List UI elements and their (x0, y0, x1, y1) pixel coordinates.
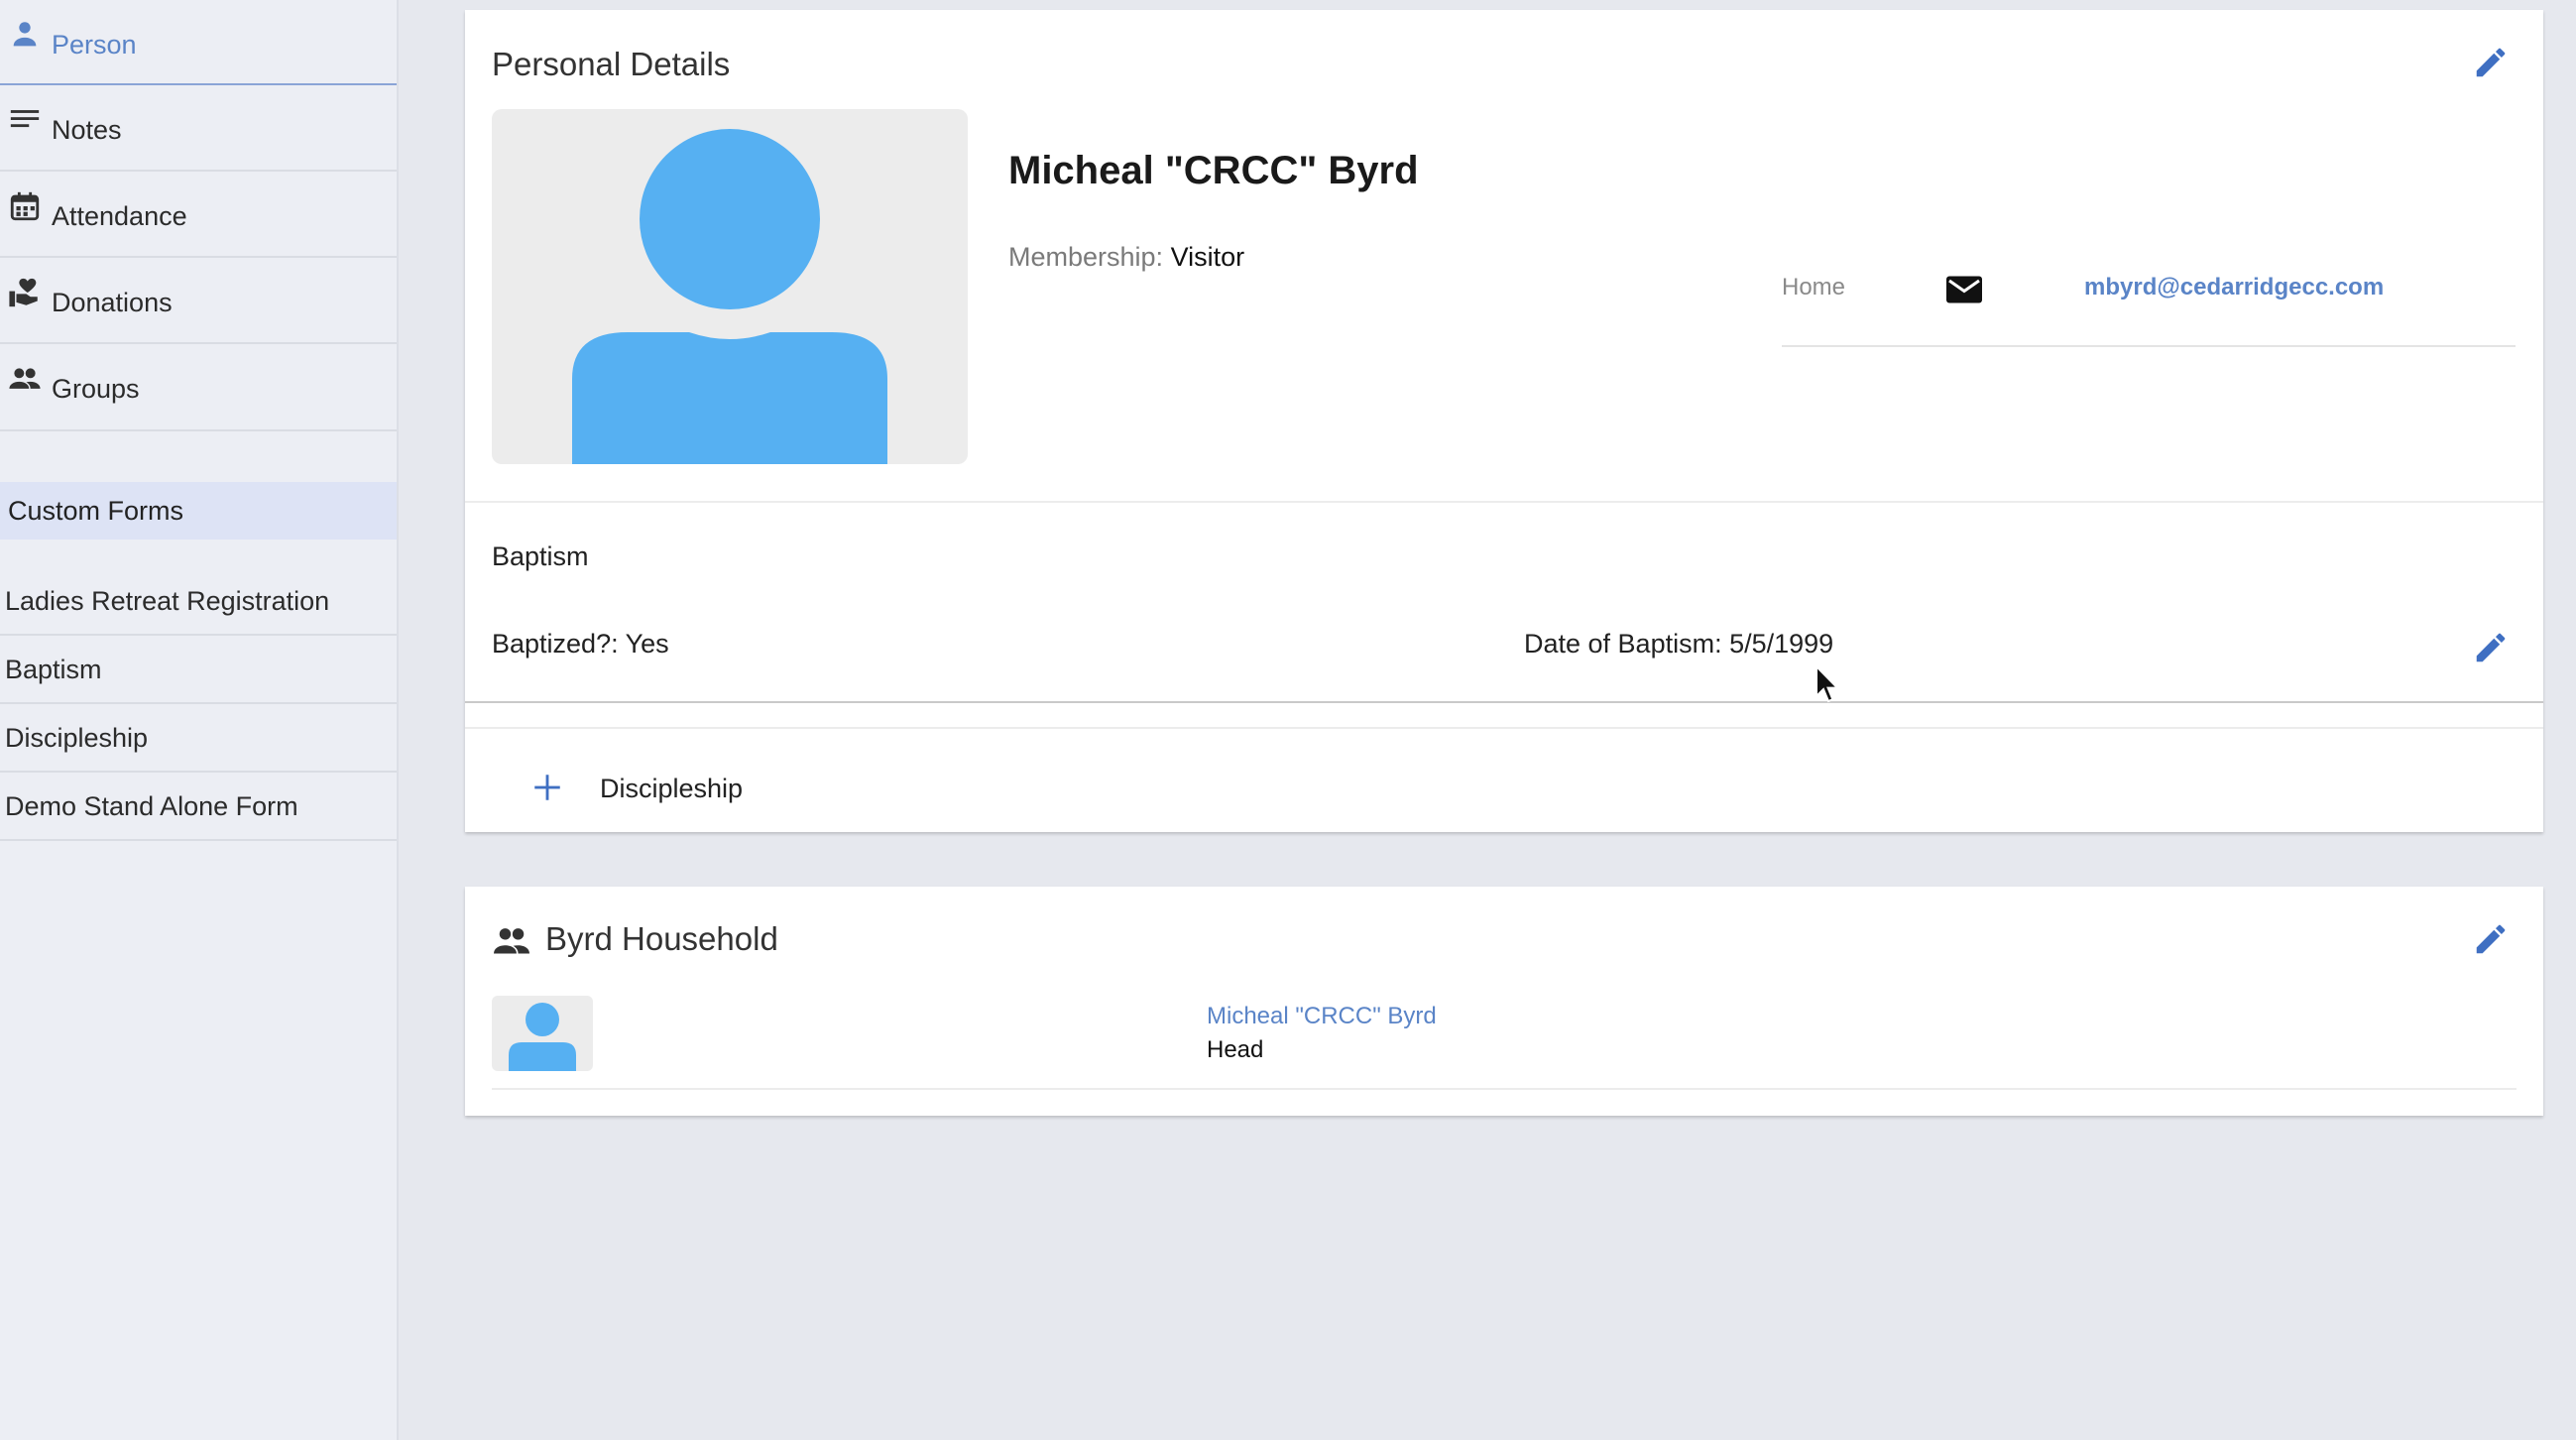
member-role: Head (1207, 1036, 1264, 1063)
sidebar-item-donations[interactable]: Donations (0, 258, 397, 344)
sidebar-item-notes[interactable]: Notes (0, 85, 397, 172)
member-name-link[interactable]: Micheal "CRCC" Byrd (1207, 1003, 1437, 1030)
avatar[interactable] (492, 109, 968, 464)
edit-icon[interactable] (2472, 44, 2510, 81)
contact-row: Home mbyrd@cedarridgecc.com (1782, 248, 2516, 347)
sidebar: Person Notes Attendance Donations Groups… (0, 0, 399, 1440)
mouse-cursor-icon (1815, 664, 1840, 703)
baptism-date-field: Date of Baptism: 5/5/1999 (1524, 629, 1834, 659)
add-icon[interactable] (530, 771, 564, 804)
form-item-label: Baptism (5, 655, 102, 684)
sidebar-item-label: Notes (52, 115, 122, 145)
groups-icon (494, 928, 529, 954)
sidebar-item-groups[interactable]: Groups (0, 344, 397, 431)
form-item-discipleship[interactable]: Discipleship (0, 704, 397, 773)
sidebar-item-person[interactable]: Person (0, 0, 397, 85)
contact-type: Home (1782, 274, 1846, 300)
baptized-field: Baptized?: Yes (492, 629, 669, 659)
household-card: Byrd Household Micheal "CRCC" Byrd Head (465, 887, 2543, 1116)
sidebar-item-label: Donations (52, 288, 173, 317)
sidebar-item-label: Groups (52, 374, 140, 404)
person-name: Micheal "CRCC" Byrd (1008, 149, 1419, 192)
custom-forms-label: Custom Forms (8, 496, 184, 526)
membership: Membership: Visitor (1008, 242, 1244, 273)
form-item-label: Ladies Retreat Registration (5, 586, 330, 616)
form-item-label: Demo Stand Alone Form (5, 791, 298, 821)
discipleship-add-label[interactable]: Discipleship (600, 774, 743, 804)
edit-icon[interactable] (2472, 629, 2510, 666)
form-item-baptism[interactable]: Baptism (0, 636, 397, 704)
avatar-placeholder-icon (509, 1003, 576, 1071)
membership-value: Visitor (1170, 242, 1245, 272)
sidebar-item-label: Person (52, 30, 137, 60)
divider (492, 1088, 2517, 1090)
divider (465, 727, 2543, 729)
edit-icon[interactable] (2472, 920, 2510, 958)
form-item-ladies-retreat[interactable]: Ladies Retreat Registration (0, 567, 397, 636)
household-title: Byrd Household (545, 920, 778, 957)
form-item-label: Discipleship (5, 723, 149, 753)
mail-icon (1946, 276, 1982, 303)
donation-icon (9, 278, 38, 307)
membership-label: Membership: (1008, 242, 1164, 272)
email-link[interactable]: mbyrd@cedarridgecc.com (2084, 274, 2384, 301)
avatar-placeholder-icon (572, 129, 887, 464)
sidebar-item-label: Attendance (52, 201, 187, 231)
custom-forms-header: Custom Forms (0, 482, 397, 540)
form-item-demo-stand-alone[interactable]: Demo Stand Alone Form (0, 773, 397, 841)
sidebar-item-attendance[interactable]: Attendance (0, 172, 397, 258)
card-title: Personal Details (492, 46, 731, 82)
baptism-section-title: Baptism (492, 541, 589, 571)
personal-details-card: Personal Details Micheal "CRCC" Byrd Mem… (465, 10, 2543, 832)
groups-icon (9, 368, 41, 389)
calendar-icon (10, 191, 40, 221)
divider (465, 501, 2543, 503)
divider (465, 701, 2543, 703)
member-avatar[interactable] (492, 996, 593, 1071)
notes-icon (10, 110, 40, 128)
person-icon (13, 22, 37, 47)
